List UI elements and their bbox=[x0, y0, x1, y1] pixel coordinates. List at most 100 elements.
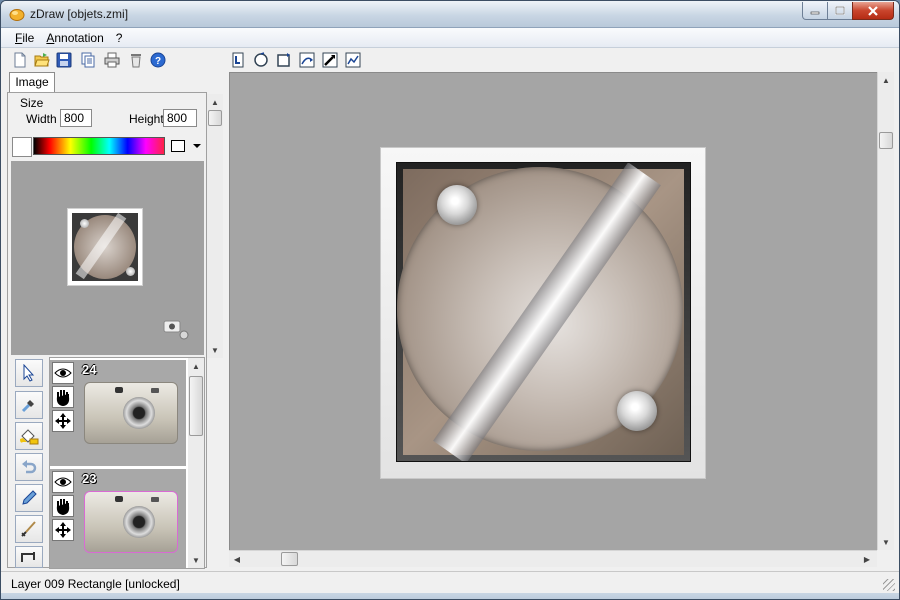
app-window: zDraw [objets.zmi] File Annotation ? ? I… bbox=[0, 0, 900, 600]
height-label: Height bbox=[129, 112, 164, 126]
brush-icon bbox=[21, 521, 36, 537]
close-icon bbox=[868, 5, 878, 16]
scroll-down-arrow-icon[interactable]: ▼ bbox=[207, 342, 223, 358]
window-bottom-border bbox=[1, 593, 899, 599]
menu-file[interactable]: File bbox=[9, 31, 40, 45]
save-button[interactable] bbox=[55, 51, 73, 69]
layer-thumbnail-camera bbox=[84, 382, 178, 444]
move-toggle[interactable] bbox=[52, 519, 74, 541]
crop-tool-button[interactable] bbox=[15, 546, 43, 568]
panel-vertical-scrollbar[interactable]: ▲ ▼ bbox=[207, 94, 223, 358]
eye-icon bbox=[54, 368, 72, 378]
new-file-icon bbox=[14, 52, 26, 68]
menu-help[interactable]: ? bbox=[110, 31, 129, 45]
resize-grip[interactable] bbox=[883, 579, 895, 591]
image-preview[interactable] bbox=[11, 161, 204, 355]
width-input[interactable]: 800 bbox=[60, 109, 92, 127]
camera-small-icon bbox=[163, 320, 189, 340]
tool-palette bbox=[11, 355, 47, 569]
open-button[interactable] bbox=[33, 51, 51, 69]
width-label: Width bbox=[26, 112, 57, 126]
layer-number: 24 bbox=[82, 362, 97, 377]
layer-item[interactable]: 23 bbox=[50, 468, 186, 568]
scroll-down-arrow-icon[interactable]: ▼ bbox=[878, 534, 894, 550]
print-icon bbox=[104, 52, 120, 68]
hand-icon bbox=[56, 390, 70, 406]
visibility-toggle[interactable] bbox=[52, 362, 74, 384]
drawing-canvas[interactable] bbox=[229, 72, 877, 550]
canvas-horizontal-scrollbar[interactable]: ◀ ▶ bbox=[229, 550, 877, 567]
visibility-toggle[interactable] bbox=[52, 471, 74, 493]
title-bar[interactable]: zDraw [objets.zmi] bbox=[1, 1, 899, 28]
scrollbar-thumb[interactable] bbox=[208, 110, 222, 126]
status-bar: Layer 009 Rectangle [unlocked] bbox=[1, 571, 899, 593]
scroll-up-arrow-icon[interactable]: ▲ bbox=[188, 358, 204, 374]
window-title: zDraw [objets.zmi] bbox=[30, 7, 129, 21]
hand-icon bbox=[56, 499, 70, 515]
rotate-page-button[interactable] bbox=[229, 51, 247, 69]
rotate-circle-button[interactable] bbox=[252, 51, 270, 69]
properties-panel: Image Size Width 800 Height 800 ▲ ▼ 24 2… bbox=[1, 72, 227, 570]
new-file-button[interactable] bbox=[11, 51, 29, 69]
sphere-bottom-right[interactable] bbox=[617, 391, 657, 431]
move-toggle[interactable] bbox=[52, 410, 74, 432]
eyedropper-tool-button[interactable] bbox=[15, 391, 43, 419]
sphere-top-left[interactable] bbox=[437, 185, 477, 225]
brush-tool-button[interactable] bbox=[15, 515, 43, 543]
copy-button[interactable] bbox=[79, 51, 97, 69]
lock-toggle[interactable] bbox=[52, 495, 74, 517]
stroke-swatch bbox=[171, 140, 185, 152]
menu-annotation[interactable]: Annotation bbox=[40, 31, 109, 45]
scroll-down-arrow-icon[interactable]: ▼ bbox=[188, 552, 204, 568]
minimize-icon bbox=[810, 11, 820, 14]
close-button[interactable] bbox=[852, 2, 894, 20]
curve-button[interactable] bbox=[344, 51, 362, 69]
print-button[interactable] bbox=[103, 51, 121, 69]
pick-button[interactable] bbox=[321, 51, 339, 69]
canvas-vertical-scrollbar[interactable]: ▲ ▼ bbox=[877, 72, 894, 550]
color-spectrum-picker[interactable] bbox=[33, 137, 165, 155]
maximize-icon bbox=[835, 6, 845, 15]
fill-bucket-icon bbox=[20, 429, 39, 445]
select-tool-button[interactable] bbox=[15, 359, 43, 387]
fill-color-swatch[interactable] bbox=[12, 137, 32, 157]
preview-thumbnail bbox=[67, 208, 143, 286]
layers-list: 24 23 ▲ ▼ bbox=[49, 357, 205, 569]
help-icon: ? bbox=[150, 52, 166, 68]
move-arrows-icon bbox=[55, 522, 71, 538]
delete-icon bbox=[131, 54, 141, 68]
scrollbar-thumb[interactable] bbox=[879, 132, 893, 149]
scroll-right-arrow-icon[interactable]: ▶ bbox=[859, 551, 875, 567]
height-input[interactable]: 800 bbox=[163, 109, 197, 127]
undo-icon bbox=[22, 460, 37, 474]
tab-image[interactable]: Image bbox=[9, 72, 55, 93]
help-button[interactable]: ? bbox=[149, 51, 167, 69]
image-frame[interactable] bbox=[380, 147, 706, 479]
maximize-button[interactable] bbox=[827, 2, 853, 20]
minimize-button[interactable] bbox=[802, 2, 828, 20]
curve-icon bbox=[345, 52, 361, 68]
undo-tool-button[interactable] bbox=[15, 453, 43, 481]
pencil-tool-button[interactable] bbox=[15, 484, 43, 512]
flip-button[interactable] bbox=[298, 51, 316, 69]
scroll-up-arrow-icon[interactable]: ▲ bbox=[207, 94, 223, 110]
toolbar: ? bbox=[1, 48, 899, 72]
scroll-up-arrow-icon[interactable]: ▲ bbox=[878, 72, 894, 88]
lock-toggle[interactable] bbox=[52, 386, 74, 408]
scroll-corner bbox=[877, 550, 894, 567]
layer-number: 23 bbox=[82, 471, 97, 486]
layers-scrollbar[interactable]: ▲ ▼ bbox=[188, 358, 204, 568]
eye-icon bbox=[54, 477, 72, 487]
layer-item[interactable]: 24 bbox=[50, 360, 186, 466]
stroke-style-dropdown[interactable] bbox=[166, 137, 204, 155]
scroll-left-arrow-icon[interactable]: ◀ bbox=[229, 551, 245, 567]
chevron-down-icon bbox=[193, 144, 201, 148]
rotate-square-icon bbox=[277, 53, 290, 67]
fill-tool-button[interactable] bbox=[15, 422, 43, 450]
scrollbar-thumb[interactable] bbox=[281, 552, 298, 566]
rotate-square-button[interactable] bbox=[275, 51, 293, 69]
flip-icon bbox=[299, 52, 315, 68]
delete-button[interactable] bbox=[127, 51, 145, 69]
pencil-icon bbox=[22, 490, 37, 505]
scrollbar-thumb[interactable] bbox=[189, 376, 203, 436]
